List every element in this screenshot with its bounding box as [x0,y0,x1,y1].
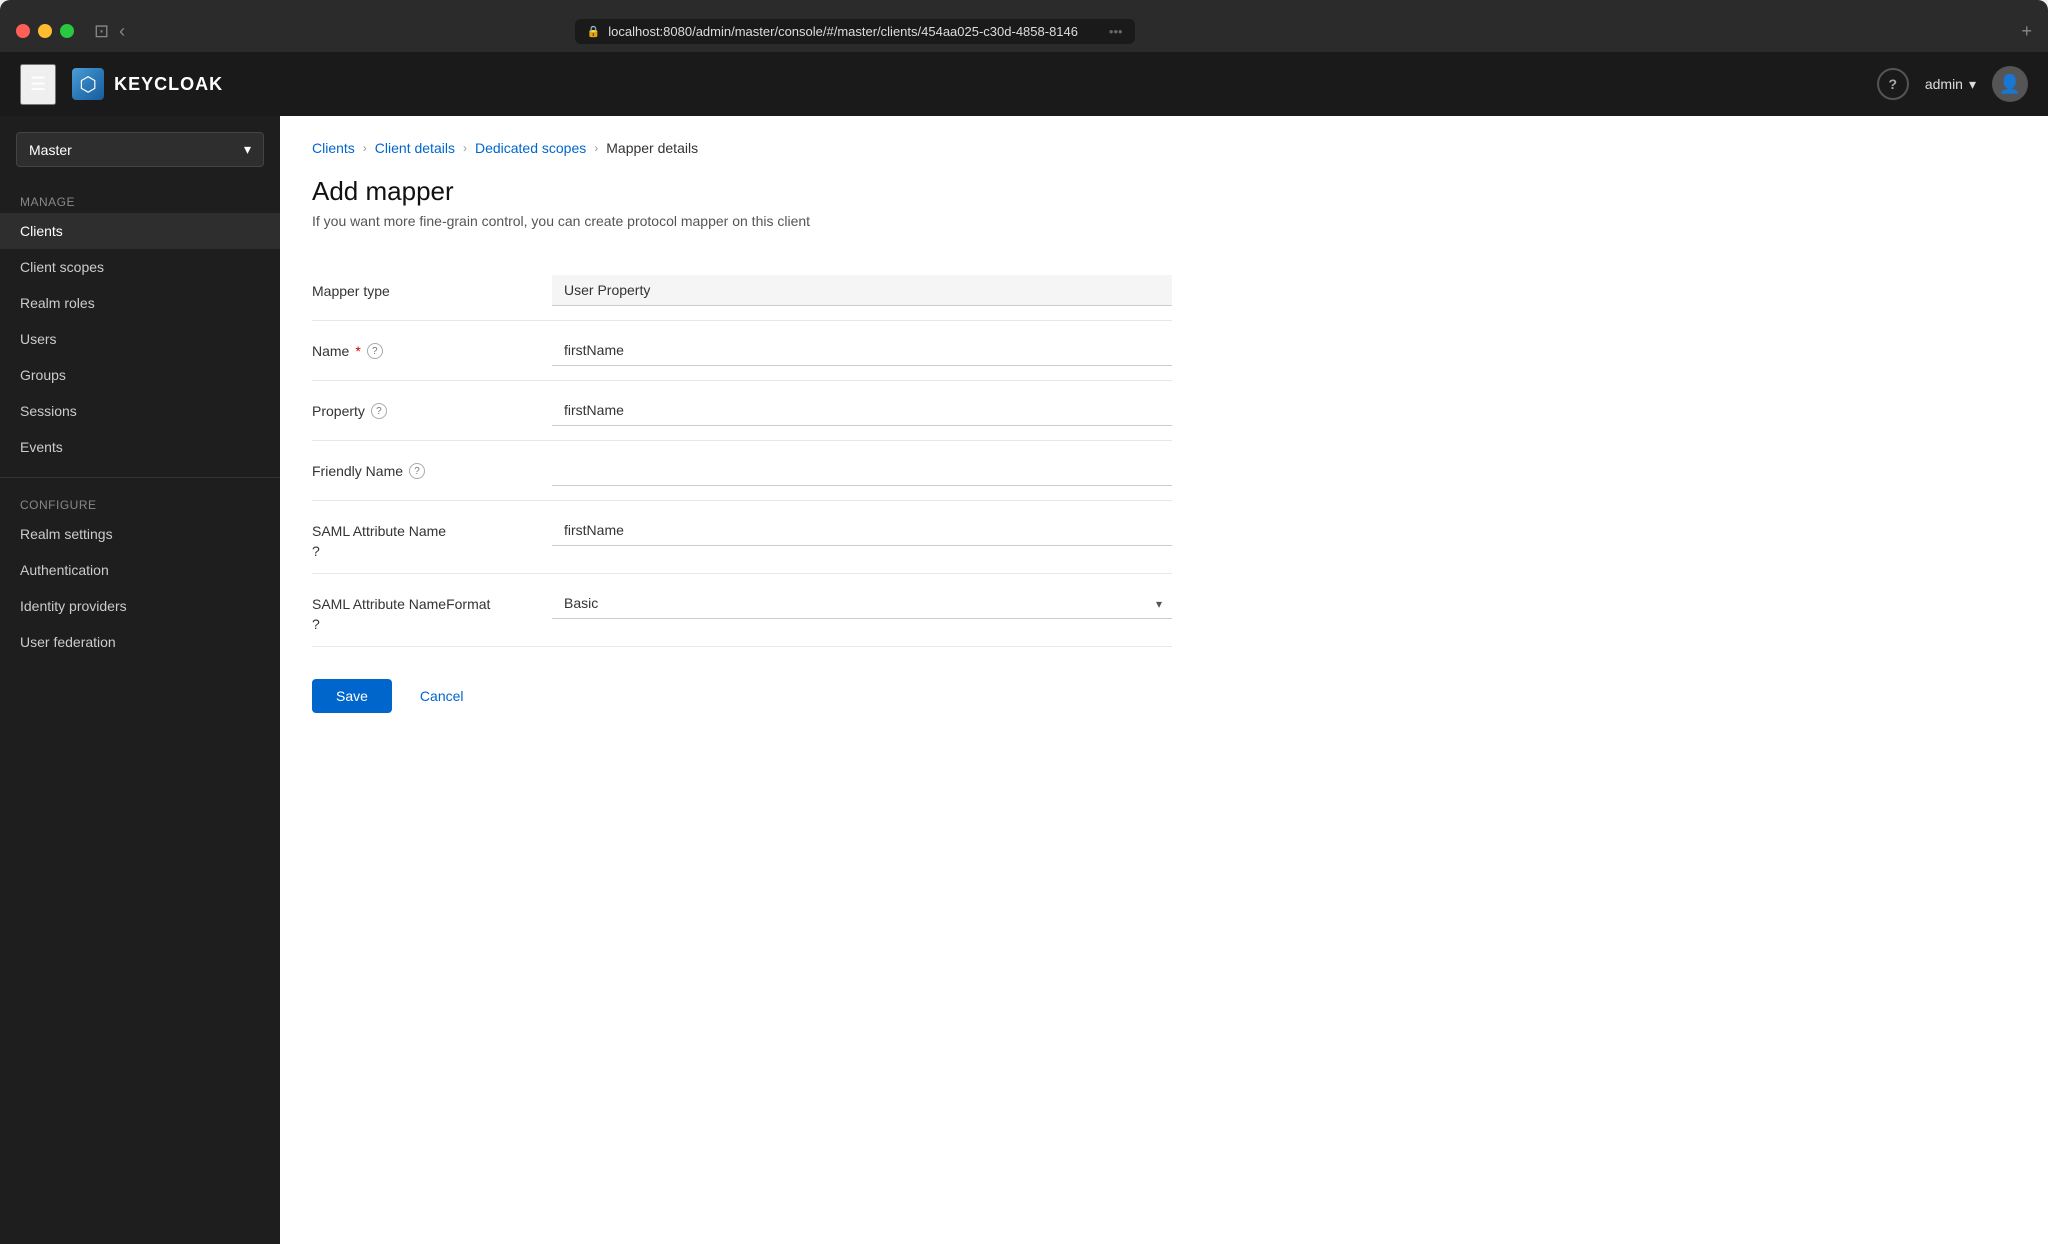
name-required: * [355,343,360,359]
brand-logo-link[interactable]: KEYCLOAK [72,68,223,100]
breadcrumb-clients[interactable]: Clients [312,140,355,156]
sidebar-item-realm-settings[interactable]: Realm settings [0,516,280,552]
sidebar-item-groups[interactable]: Groups [0,357,280,393]
breadcrumb: Clients › Client details › Dedicated sco… [312,140,2016,156]
admin-label: admin [1925,76,1963,92]
realm-name: Master [29,142,72,158]
manage-section-label: Manage [0,187,280,213]
main-content: Clients › Client details › Dedicated sco… [280,116,2048,1244]
mapper-type-label: Mapper type [312,275,532,299]
sidebar-item-realm-roles[interactable]: Realm roles [0,285,280,321]
sidebar: Master ▾ Manage Clients Client scopes Re… [0,116,280,1244]
url-text: localhost:8080/admin/master/console/#/ma… [608,24,1078,39]
friendly-name-label: Friendly Name ? [312,455,532,479]
saml-attr-name-label-wrap: SAML Attribute Name ? [312,515,532,559]
hamburger-menu[interactable]: ☰ [20,64,56,105]
form-actions: Save Cancel [312,647,1172,713]
address-bar[interactable]: 🔒 localhost:8080/admin/master/console/#/… [575,19,1135,44]
cancel-button[interactable]: Cancel [408,679,476,713]
lock-icon: 🔒 [587,25,601,38]
mapper-type-input [552,275,1172,306]
breadcrumb-sep-1: › [363,141,367,155]
friendly-name-field [552,455,1172,486]
form-row-saml-attr-name: SAML Attribute Name ? [312,501,1172,574]
traffic-light-green[interactable] [60,24,74,38]
window-toggle-btn[interactable]: ⊡ [94,21,109,42]
name-label: Name * ? [312,335,532,359]
saml-nameformat-field: Basic URI Reference Unspecified ▾ [552,588,1172,619]
form-row-friendly-name: Friendly Name ? [312,441,1172,501]
name-input[interactable] [552,335,1172,366]
navbar-right: ? admin ▾ 👤 [1877,66,2028,102]
sidebar-item-user-federation[interactable]: User federation [0,624,280,660]
sidebar-item-authentication[interactable]: Authentication [0,552,280,588]
sidebar-item-sessions[interactable]: Sessions [0,393,280,429]
admin-menu[interactable]: admin ▾ [1925,76,1976,93]
realm-selector[interactable]: Master ▾ [16,132,264,167]
admin-avatar[interactable]: 👤 [1992,66,2028,102]
breadcrumb-dedicated-scopes[interactable]: Dedicated scopes [475,140,586,156]
form-row-name: Name * ? [312,321,1172,381]
saml-attr-name-input[interactable] [552,515,1172,546]
traffic-light-red[interactable] [16,24,30,38]
sidebar-item-identity-providers[interactable]: Identity providers [0,588,280,624]
form-container: Mapper type Name * ? [312,261,1172,713]
sidebar-divider [0,477,280,478]
property-field [552,395,1172,426]
saml-attr-name-field [552,515,1172,546]
breadcrumb-client-details[interactable]: Client details [375,140,455,156]
saml-nameformat-select[interactable]: Basic URI Reference Unspecified [552,588,1172,619]
configure-section-label: Configure [0,490,280,516]
page-subtitle: If you want more fine-grain control, you… [312,213,2016,229]
keycloak-logo [72,68,104,100]
friendly-name-input[interactable] [552,455,1172,486]
traffic-light-yellow[interactable] [38,24,52,38]
form-row-property: Property ? [312,381,1172,441]
saml-nameformat-select-wrapper: Basic URI Reference Unspecified ▾ [552,588,1172,619]
navbar: ☰ KEYCLOAK ? admin ▾ 👤 [0,52,2048,116]
property-help-icon[interactable]: ? [371,403,387,419]
save-button[interactable]: Save [312,679,392,713]
more-icon: ••• [1109,24,1123,39]
property-label: Property ? [312,395,532,419]
brand-name: KEYCLOAK [114,74,223,95]
new-tab-btn[interactable]: + [2021,21,2032,42]
saml-attr-name-help-icon[interactable]: ? [312,543,320,559]
form-row-mapper-type: Mapper type [312,261,1172,321]
name-field [552,335,1172,366]
page-title: Add mapper [312,176,2016,207]
back-btn[interactable]: ‹ [119,21,125,42]
breadcrumb-current: Mapper details [606,140,698,156]
saml-nameformat-help-icon[interactable]: ? [312,616,320,632]
sidebar-item-clients[interactable]: Clients [0,213,280,249]
breadcrumb-sep-2: › [463,141,467,155]
help-button[interactable]: ? [1877,68,1909,100]
sidebar-item-events[interactable]: Events [0,429,280,465]
sidebar-item-users[interactable]: Users [0,321,280,357]
form-row-saml-nameformat: SAML Attribute NameFormat ? Basic URI Re… [312,574,1172,647]
saml-nameformat-label-wrap: SAML Attribute NameFormat ? [312,588,532,632]
breadcrumb-sep-3: › [594,141,598,155]
name-help-icon[interactable]: ? [367,343,383,359]
admin-chevron: ▾ [1969,76,1976,93]
sidebar-item-client-scopes[interactable]: Client scopes [0,249,280,285]
property-input[interactable] [552,395,1172,426]
friendly-name-help-icon[interactable]: ? [409,463,425,479]
mapper-type-field [552,275,1172,306]
realm-chevron: ▾ [244,141,251,158]
